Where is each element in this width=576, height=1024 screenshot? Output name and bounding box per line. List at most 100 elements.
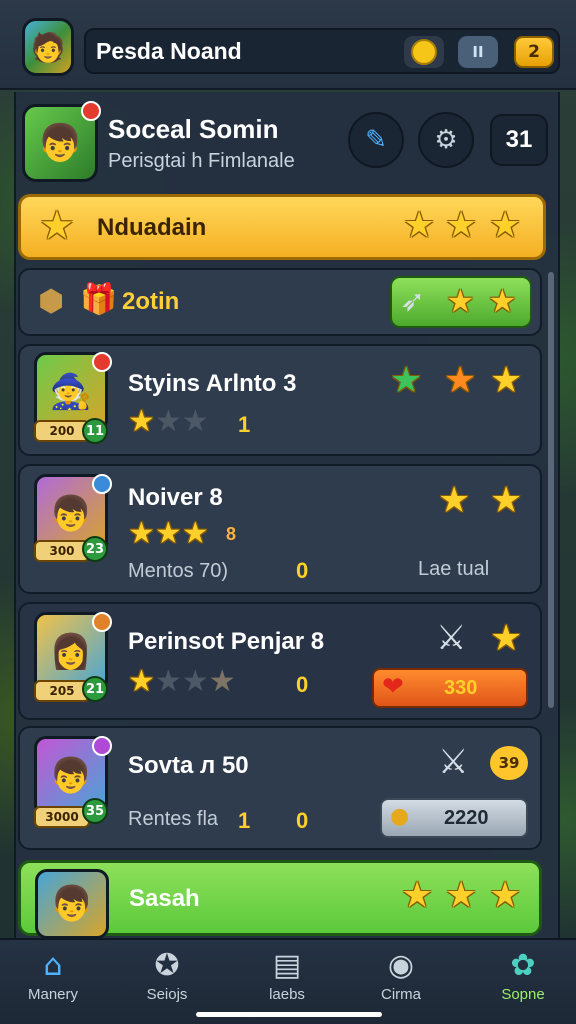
level-number: 1	[238, 412, 251, 437]
level-title: Styins Arlnto 3	[128, 370, 297, 397]
banner-label: Nduadain	[97, 214, 207, 241]
star-icon: ★	[490, 480, 523, 521]
notification-dot	[81, 101, 101, 121]
nav-label: Manery	[27, 986, 79, 1003]
level-zero: 0	[296, 558, 309, 583]
star-icon: ★	[181, 404, 209, 439]
title-bar: Pesda Noand II 2	[84, 28, 560, 74]
scrollbar[interactable]	[548, 272, 554, 708]
nav-cirma[interactable]: ◉ Cirma	[356, 948, 446, 1003]
player-name: Socеal Somin	[108, 114, 279, 144]
health-bar: ❤ 330	[372, 668, 528, 708]
star-icon: ★	[128, 404, 155, 439]
level-title: Noiver 8	[128, 484, 223, 511]
level-row[interactable]: 👩 205 21 Perinsot Penjar 8 ★★★★ 0 ⚔ ★ ❤ …	[18, 602, 542, 720]
star-icon: ★	[401, 875, 434, 916]
coin-button[interactable]	[404, 36, 444, 68]
star-icon: ★	[154, 664, 182, 699]
health-value: 330	[444, 677, 478, 699]
brush-button[interactable]: ✎	[348, 112, 404, 168]
notification-dot	[92, 474, 112, 494]
chat-icon: ◉	[387, 948, 415, 983]
profile-avatar[interactable]: 🧑	[22, 18, 74, 76]
star-icon: ★	[445, 205, 478, 246]
gear-icon: ⚙	[434, 125, 458, 155]
notification-dot	[92, 352, 112, 372]
game-title: Pesda Noand	[96, 38, 242, 64]
level-row-active[interactable]: 👦 Sasah ★ ★ ★	[18, 860, 542, 939]
player-header: 👦 Socеal Somin Perisgtai h Fimlanale ✎ ⚙…	[22, 101, 552, 190]
level-status: Lae tual	[418, 558, 490, 580]
star-icon: ★	[208, 664, 236, 699]
star-icon: ★	[39, 203, 75, 249]
score-bar: ● 2220	[380, 798, 528, 838]
star-icon: ★	[445, 875, 478, 916]
level-row[interactable]: 🧙 200 11 Styins Arlnto 3 ★★★ 1 ★ ★ ★	[18, 344, 542, 456]
nav-label: laebs	[269, 986, 305, 1003]
level-row[interactable]: 👦 300 23 Noiver 8 ★★★ 8 Mentos 70) 0 Lae…	[18, 464, 542, 594]
player-avatar[interactable]: 👦	[22, 101, 101, 182]
star-rating: ★★★★	[128, 664, 236, 699]
summary-row: ⬢ 🎁 2otin ➶ ★ ★	[18, 268, 542, 336]
star-icon: ★	[128, 664, 155, 699]
level-row[interactable]: 👦 3000 35 Sovta л 50 Rentes fla 1 0 ⚔ 39…	[18, 726, 542, 850]
level-thumbnail: 👦	[35, 869, 109, 939]
summary-label: 2otin	[122, 288, 180, 315]
level-badge: 23	[82, 536, 108, 562]
star-icon: ★	[438, 480, 471, 521]
player-count: 31	[490, 114, 548, 166]
notification-dot	[92, 612, 112, 632]
score-value: 2220	[444, 807, 489, 829]
level-note: Mentos 70)	[128, 560, 229, 582]
calendar-icon: ▤	[272, 948, 302, 983]
featured-banner[interactable]: ★ Nduadain ★ ★ ★	[18, 194, 546, 260]
star-icon: ★	[444, 360, 477, 401]
nav-seiojs[interactable]: ✪ Seiojs	[122, 948, 212, 1003]
level-title: Sasah	[129, 885, 200, 912]
pet-icon: ✿	[510, 948, 536, 983]
gift-icon: 🎁	[80, 282, 118, 317]
sword-icon: ➶	[400, 284, 426, 319]
coin-icon: ●	[390, 804, 410, 829]
top-bar: 🧑 Pesda Noand II 2	[0, 0, 576, 90]
level-zero: 0	[296, 672, 309, 697]
home-icon: ⌂	[43, 948, 63, 983]
sword-icon: ⚔	[438, 742, 469, 782]
nav-laebs[interactable]: ▤ laebs	[242, 948, 332, 1003]
star-icon: ✪	[154, 948, 180, 983]
player-subtitle: Perisgtai h Fimlanale	[108, 150, 295, 172]
star-icon: ★	[390, 360, 423, 401]
level-badge: 11	[82, 418, 108, 444]
level-title: Perinsot Penjar 8	[128, 628, 325, 655]
badge-button[interactable]: 2	[514, 36, 554, 68]
claim-button[interactable]: ➶ ★ ★	[390, 276, 532, 328]
settings-button[interactable]: ⚙	[418, 112, 474, 168]
pause-button[interactable]: II	[458, 36, 498, 68]
level-number: 8	[226, 524, 237, 544]
sword-icon: ⚔	[436, 618, 467, 658]
score-badge: 39	[490, 746, 528, 780]
level-badge: 21	[82, 676, 108, 702]
brush-icon: ✎	[365, 125, 387, 155]
nav-sopne[interactable]: ✿ Sopne	[478, 948, 568, 1003]
star-icon: ★	[446, 282, 475, 320]
nav-label: Cirma	[381, 986, 421, 1003]
star-rating: ★★★	[128, 404, 209, 439]
nav-label: Seiojs	[146, 986, 188, 1003]
star-icon: ★	[489, 875, 522, 916]
star-icon: ★	[154, 516, 182, 551]
heart-icon: ❤	[382, 672, 404, 702]
star-icon: ★	[181, 664, 209, 699]
star-icon: ★	[490, 618, 523, 659]
home-indicator	[196, 1012, 382, 1017]
level-zero: 0	[296, 808, 309, 833]
notification-dot	[92, 736, 112, 756]
star-rating: ★★★	[128, 516, 209, 551]
level-title: Sovta л 50	[128, 752, 249, 779]
star-icon: ★	[154, 404, 182, 439]
level-note: Rentes fla	[128, 808, 219, 830]
level-badge: 35	[82, 798, 108, 824]
nav-home[interactable]: ⌂ Manery	[8, 948, 98, 1003]
nav-label: Sopne	[501, 986, 545, 1003]
star-icon: ★	[403, 205, 436, 246]
